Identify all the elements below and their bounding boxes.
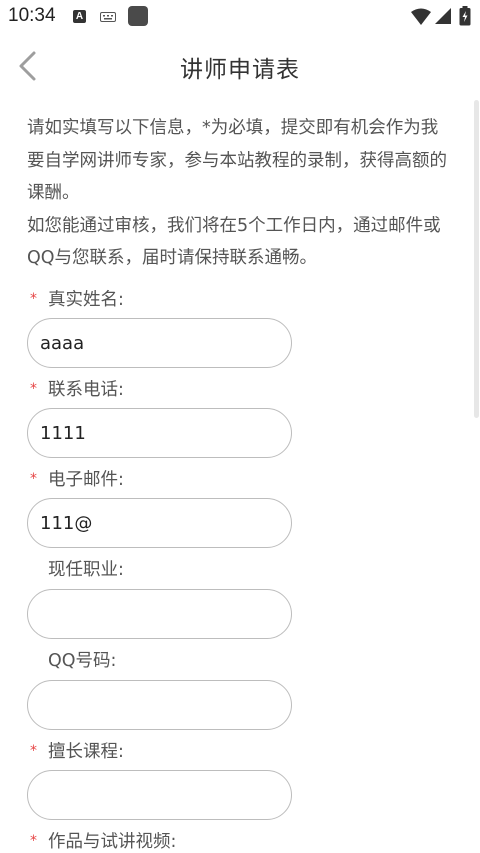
real-name-input[interactable] [27, 318, 292, 368]
email-input[interactable] [27, 498, 292, 548]
label-occupation: 现任职业: [48, 560, 124, 580]
intro-paragraph-1: 请如实填写以下信息，*为必填，提交即有机会作为我要自学网讲师专家，参与本站教程的… [27, 118, 447, 203]
label-real-name: * 真实姓名: [30, 290, 124, 310]
scrollbar[interactable] [474, 100, 479, 418]
status-time: 10:34 [8, 5, 56, 26]
label-qq: QQ号码: [48, 651, 117, 671]
courses-input[interactable] [27, 770, 292, 820]
label-phone: * 联系电话: [30, 380, 124, 400]
intro-paragraph-2: 如您能通过审核，我们将在5个工作日内，通过邮件或QQ与您联系，届时请保持联系通畅… [27, 215, 441, 269]
label-works-video: * 作品与试讲视频: [30, 832, 177, 852]
qq-input[interactable] [27, 680, 292, 730]
status-bar: 10:34 A [0, 0, 480, 34]
battery-icon [459, 6, 471, 26]
occupation-input[interactable] [27, 589, 292, 639]
app-notification-icon [128, 6, 148, 26]
label-email: * 电子邮件: [30, 470, 124, 490]
notification-app-icon: A [73, 10, 86, 23]
wifi-icon [411, 8, 431, 25]
required-mark: * [30, 743, 37, 759]
page-title: 讲师申请表 [180, 57, 300, 83]
required-mark: * [30, 381, 37, 397]
phone-input[interactable] [27, 408, 292, 458]
label-courses: * 擅长课程: [30, 742, 124, 762]
required-mark: * [30, 471, 37, 487]
app-header: 讲师申请表 [0, 34, 480, 100]
intro-text: 请如实填写以下信息，*为必填，提交即有机会作为我要自学网讲师专家，参与本站教程的… [27, 112, 452, 275]
signal-icon [435, 8, 451, 24]
keyboard-icon [100, 12, 116, 22]
required-mark: * [30, 291, 37, 307]
required-mark: * [30, 833, 37, 849]
